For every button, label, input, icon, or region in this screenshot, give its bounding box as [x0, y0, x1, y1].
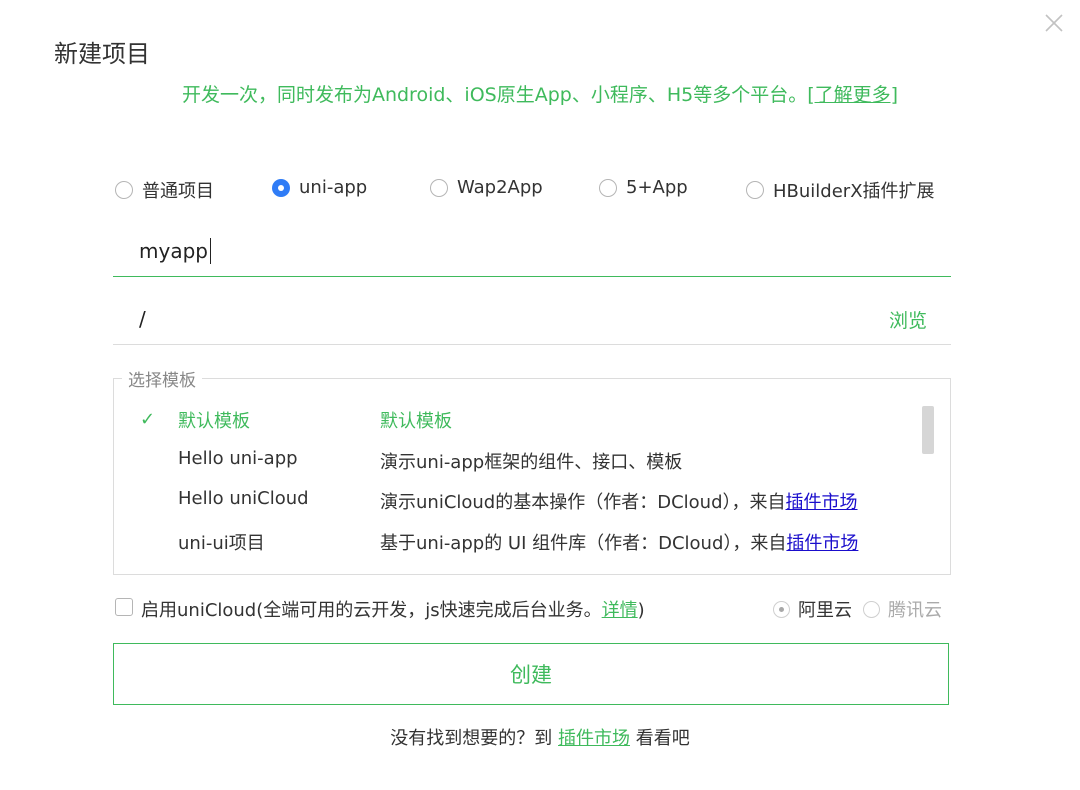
template-desc-wrap: 基于uni-app的 UI 组件库（作者：DCloud），来自插件市场 [380, 529, 858, 555]
unicloud-close-paren: ) [637, 600, 645, 621]
template-panel: ✓ 默认模板 默认模板 Hello uni-app 演示uni-app框架的组件… [113, 378, 951, 575]
provider-radio[interactable] [863, 600, 880, 618]
template-row[interactable]: ✓ 默认模板 默认模板 [114, 401, 914, 442]
template-list: ✓ 默认模板 默认模板 Hello uni-app 演示uni-app框架的组件… [114, 401, 914, 563]
radio-label: 普通项目 [142, 181, 214, 202]
subtitle-text: 开发一次，同时发布为Android、iOS原生App、小程序、H5等多个平台。 [181, 84, 808, 106]
radio-5plus-app[interactable]: 5+App [599, 177, 688, 198]
footer-note: 没有找到想要的？到 插件市场 看看吧 [0, 724, 1080, 750]
template-row[interactable]: uni-ui项目 基于uni-app的 UI 组件库（作者：DCloud），来自… [114, 523, 914, 564]
radio-circle[interactable] [115, 181, 133, 199]
unicloud-detail-link[interactable]: 详情 [602, 600, 638, 621]
template-legend: 选择模板 [122, 366, 202, 391]
plugin-market-link[interactable]: 插件市场 [786, 533, 858, 554]
template-row[interactable]: Hello uniCloud 演示uniCloud的基本操作（作者：DCloud… [114, 482, 914, 523]
template-name: Hello uni-app [178, 447, 298, 469]
check-icon: ✓ [140, 409, 156, 430]
radio-label: Wap2App [457, 177, 543, 198]
project-path-field[interactable]: 浏览 [113, 294, 951, 345]
template-name: uni-ui项目 [178, 532, 265, 554]
template-name: Hello uniCloud [178, 488, 309, 509]
footer-plugin-market-link[interactable]: 插件市场 [558, 728, 630, 749]
close-icon[interactable] [1043, 12, 1065, 34]
template-name: 默认模板 [178, 411, 250, 432]
radio-circle[interactable] [430, 178, 448, 197]
template-row[interactable]: Hello uni-app 演示uni-app框架的组件、接口、模板 [114, 442, 914, 483]
unicloud-checkbox[interactable] [115, 598, 133, 616]
project-name-field[interactable] [113, 226, 951, 277]
radio-circle[interactable] [746, 181, 764, 199]
radio-label: HBuilderX插件扩展 [773, 181, 935, 202]
radio-uni-app[interactable]: uni-app [272, 177, 367, 198]
create-button[interactable]: 创建 [113, 643, 949, 705]
provider-label: 腾讯云 [888, 600, 942, 621]
radio-wap2app[interactable]: Wap2App [430, 177, 543, 198]
radio-hbuilderx-plugin[interactable]: HBuilderX插件扩展 [746, 177, 935, 203]
template-scrollbar[interactable] [922, 406, 934, 454]
dialog-title: 新建项目 [54, 40, 150, 68]
project-type-group: 普通项目 uni-app Wap2App 5+App HBuilderX插件扩展 [115, 177, 955, 205]
footer-suffix: 看看吧 [630, 728, 690, 749]
radio-normal-project[interactable]: 普通项目 [115, 177, 214, 203]
provider-label: 阿里云 [798, 600, 852, 621]
template-desc: 演示uniCloud的基本操作（作者：DCloud），来自 [380, 492, 786, 513]
footer-prefix: 没有找到想要的？到 [390, 728, 558, 749]
text-caret [210, 238, 211, 264]
unicloud-label-text: 启用uniCloud(全端可用的云开发，js快速完成后台业务。 [141, 600, 602, 621]
radio-circle-selected[interactable] [272, 178, 290, 197]
template-desc-wrap: 演示uniCloud的基本操作（作者：DCloud），来自插件市场 [380, 488, 858, 514]
project-name-input[interactable] [139, 234, 839, 268]
template-desc: 基于uni-app的 UI 组件库（作者：DCloud），来自 [380, 532, 787, 554]
provider-aliyun[interactable]: 阿里云 [773, 596, 852, 622]
provider-radio-selected[interactable] [773, 600, 790, 618]
radio-label: 5+App [626, 177, 688, 198]
template-desc: 默认模板 [380, 411, 452, 432]
provider-tencent[interactable]: 腾讯云 [863, 596, 942, 622]
learn-more-link[interactable]: [了解更多] [807, 84, 898, 106]
plugin-market-link[interactable]: 插件市场 [786, 492, 858, 513]
subtitle: 开发一次，同时发布为Android、iOS原生App、小程序、H5等多个平台。[… [0, 80, 1080, 107]
project-path-input[interactable] [139, 302, 839, 336]
unicloud-row: 启用uniCloud(全端可用的云开发，js快速完成后台业务。详情) 阿里云 腾… [115, 596, 950, 622]
unicloud-label: 启用uniCloud(全端可用的云开发，js快速完成后台业务。详情) [141, 596, 645, 622]
radio-circle[interactable] [599, 178, 617, 197]
radio-label: uni-app [299, 177, 368, 198]
browse-button[interactable]: 浏览 [889, 306, 927, 333]
template-desc: 演示uni-app框架的组件、接口、模板 [380, 451, 683, 473]
